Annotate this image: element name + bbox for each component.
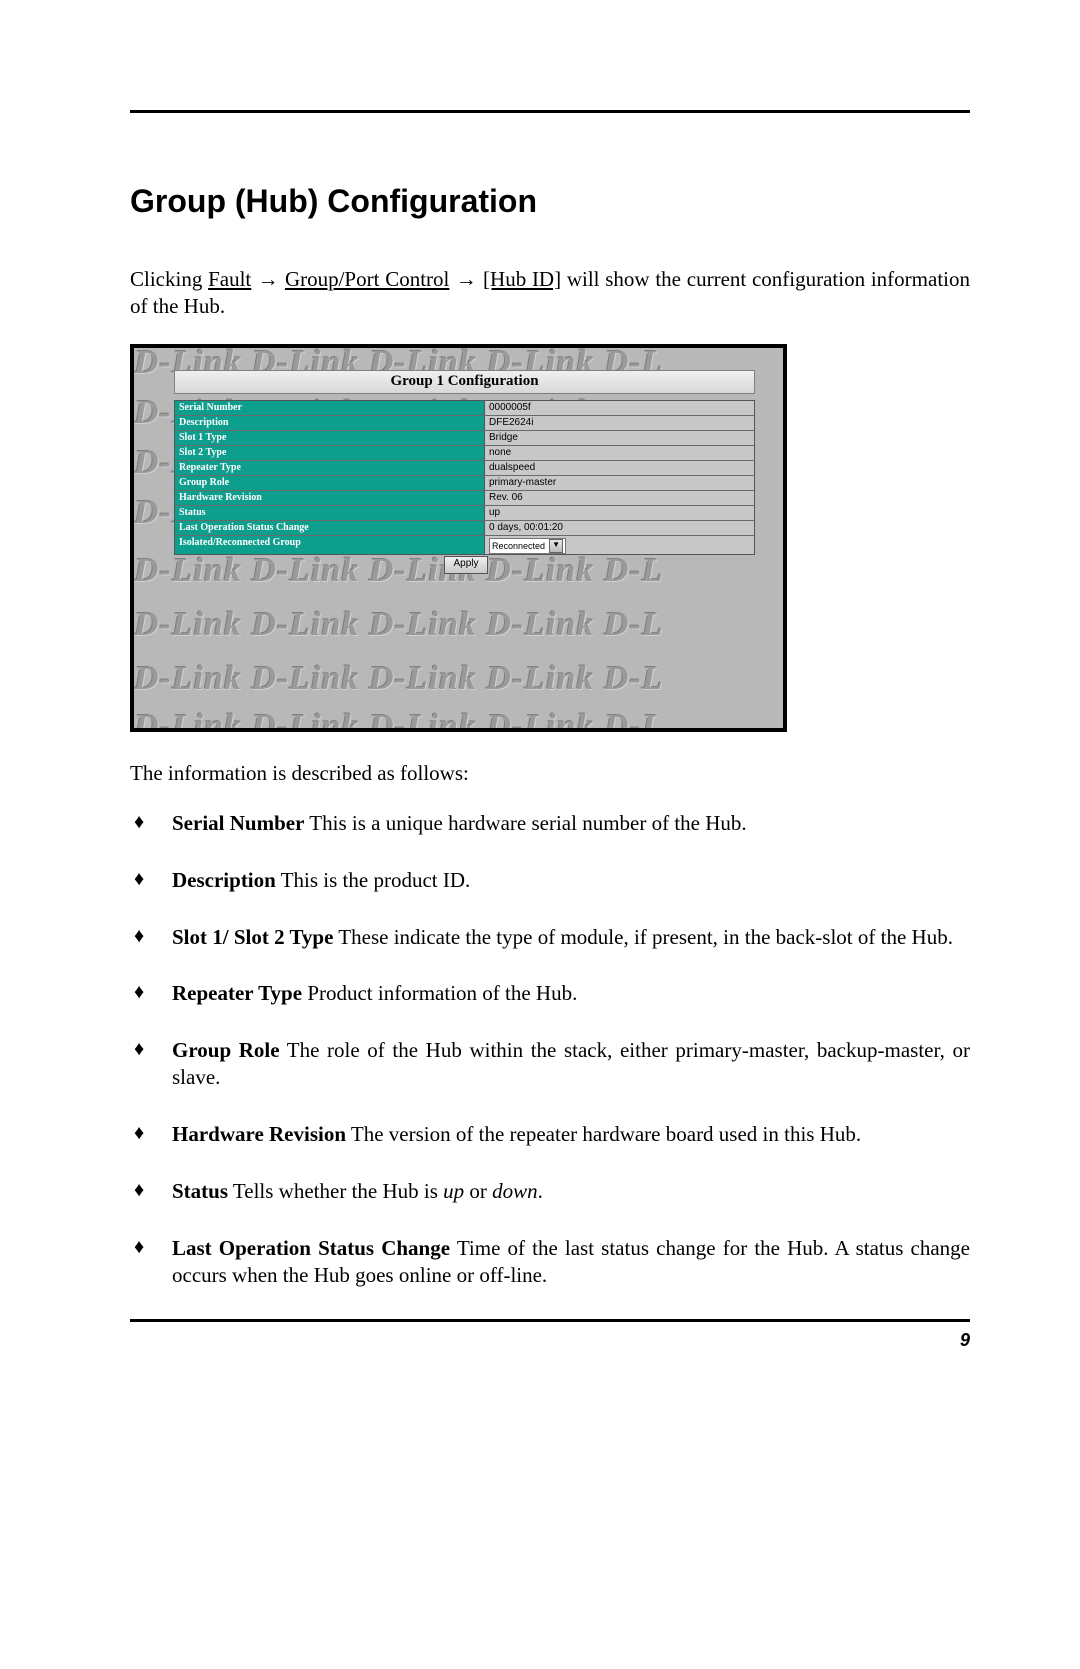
desc: The role of the Hub within the stack, ei… — [172, 1038, 970, 1089]
table-row: Group Role primary-master — [175, 476, 754, 491]
term: Last Operation Status Change — [172, 1236, 450, 1260]
row-label: Status — [175, 506, 485, 520]
arrow-icon: → — [251, 268, 285, 291]
chevron-down-icon[interactable]: ▼ — [549, 539, 563, 553]
table-row: Hardware Revision Rev. 06 — [175, 491, 754, 506]
table-row: Status up — [175, 506, 754, 521]
list-item: Description This is the product ID. — [130, 867, 970, 894]
term: Hardware Revision — [172, 1122, 346, 1146]
list-item: Slot 1/ Slot 2 Type These indicate the t… — [130, 924, 970, 951]
watermark-row: D-Link D-Link D-Link D-Link D-L — [134, 606, 783, 644]
desc: This is the product ID. — [281, 868, 471, 892]
row-label: Description — [175, 416, 485, 430]
row-value-dropdown: Reconnected ▼ — [485, 536, 754, 554]
list-item: Last Operation Status Change Time of the… — [130, 1235, 970, 1289]
table-row: Repeater Type dualspeed — [175, 461, 754, 476]
desc: These indicate the type of module, if pr… — [338, 925, 953, 949]
config-table: Serial Number 0000005f Description DFE26… — [174, 400, 755, 555]
table-row: Slot 1 Type Bridge — [175, 431, 754, 446]
dropdown-value: Reconnected — [492, 541, 545, 551]
row-value: dualspeed — [485, 461, 754, 475]
arrow-icon: → — [449, 268, 483, 291]
intro-paragraph: Clicking Fault → Group/Port Control → [H… — [130, 266, 970, 320]
table-row: Serial Number 0000005f — [175, 401, 754, 416]
table-row: Isolated/Reconnected Group Reconnected ▼ — [175, 536, 754, 554]
definition-list: Serial Number This is a unique hardware … — [130, 810, 970, 1289]
term: Group Role — [172, 1038, 280, 1062]
row-label: Slot 1 Type — [175, 431, 485, 445]
watermark-row: D-Link D-Link D-Link D-Link D-L — [134, 708, 783, 728]
desc-post: . — [538, 1179, 543, 1203]
desc-pre: Tells whether the Hub is — [233, 1179, 443, 1203]
panel-title: Group 1 Configuration — [174, 370, 755, 394]
rule-bottom — [130, 1319, 970, 1322]
screenshot: D-Link D-Link D-Link D-Link D-L D-Link D… — [130, 344, 787, 732]
link-group-port: Group/Port Control — [285, 267, 449, 291]
row-label: Last Operation Status Change — [175, 521, 485, 535]
row-label: Isolated/Reconnected Group — [175, 536, 485, 554]
row-label: Group Role — [175, 476, 485, 490]
table-row: Slot 2 Type none — [175, 446, 754, 461]
row-value: up — [485, 506, 754, 520]
list-item: Serial Number This is a unique hardware … — [130, 810, 970, 837]
row-label: Repeater Type — [175, 461, 485, 475]
section-heading: Group (Hub) Configuration — [130, 183, 970, 220]
link-hub-id: [Hub ID] — [483, 267, 561, 291]
italic-down: down — [492, 1179, 538, 1203]
row-value: primary-master — [485, 476, 754, 490]
watermark-row: D-Link D-Link D-Link D-Link D-L — [134, 660, 783, 698]
gap — [280, 1038, 287, 1062]
row-label: Serial Number — [175, 401, 485, 415]
row-value: 0 days, 00:01:20 — [485, 521, 754, 535]
lead-paragraph: The information is described as follows: — [130, 760, 970, 786]
list-item: Hardware Revision The version of the rep… — [130, 1121, 970, 1148]
row-value: 0000005f — [485, 401, 754, 415]
row-value: Bridge — [485, 431, 754, 445]
list-item: Status Tells whether the Hub is up or do… — [130, 1178, 970, 1205]
list-item: Repeater Type Product information of the… — [130, 980, 970, 1007]
page-number: 9 — [130, 1330, 970, 1351]
term: Repeater Type — [172, 981, 302, 1005]
table-row: Last Operation Status Change 0 days, 00:… — [175, 521, 754, 536]
link-fault: Fault — [208, 267, 251, 291]
term: Status — [172, 1179, 228, 1203]
desc: This is a unique hardware serial number … — [309, 811, 746, 835]
intro-prefix: Clicking — [130, 267, 208, 291]
desc: The version of the repeater hardware boa… — [351, 1122, 861, 1146]
term: Slot 1/ Slot 2 Type — [172, 925, 333, 949]
rule-top — [130, 110, 970, 113]
apply-button[interactable]: Apply — [444, 556, 488, 574]
page: Group (Hub) Configuration Clicking Fault… — [0, 0, 1080, 1669]
term: Description — [172, 868, 276, 892]
row-value: Rev. 06 — [485, 491, 754, 505]
row-label: Slot 2 Type — [175, 446, 485, 460]
gap — [450, 1236, 457, 1260]
italic-up: up — [443, 1179, 464, 1203]
desc: Product information of the Hub. — [307, 981, 577, 1005]
table-row: Description DFE2624i — [175, 416, 754, 431]
row-value: DFE2624i — [485, 416, 754, 430]
row-value: none — [485, 446, 754, 460]
desc-mid: or — [464, 1179, 492, 1203]
reconnected-dropdown[interactable]: Reconnected ▼ — [489, 538, 566, 554]
list-item: Group Role The role of the Hub within th… — [130, 1037, 970, 1091]
row-label: Hardware Revision — [175, 491, 485, 505]
term: Serial Number — [172, 811, 304, 835]
